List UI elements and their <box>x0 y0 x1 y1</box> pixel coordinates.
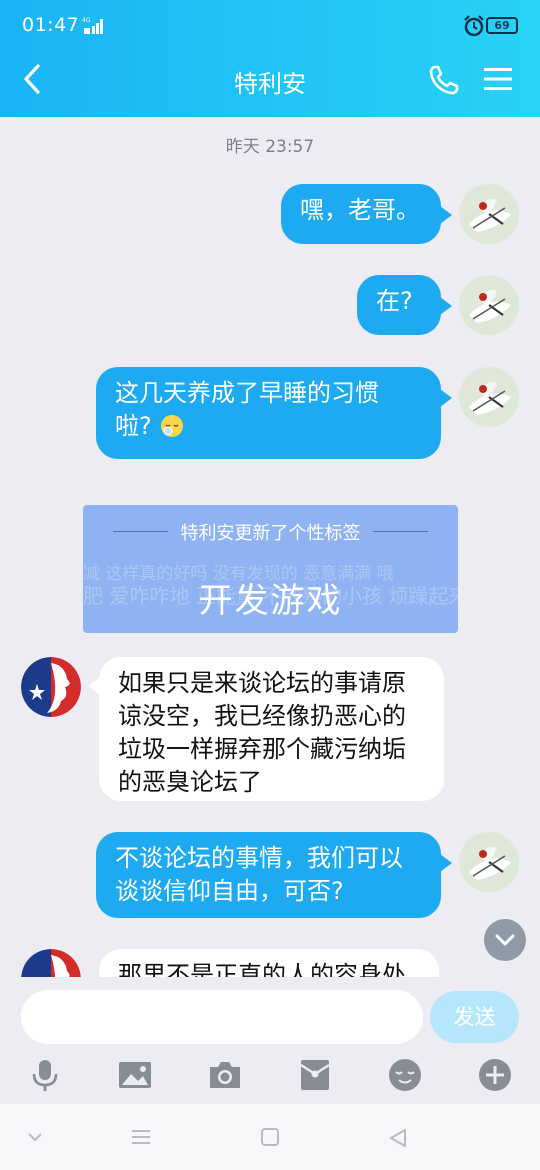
my-avatar[interactable] <box>459 367 519 427</box>
red-packet-icon[interactable] <box>297 1057 333 1093</box>
alarm-icon <box>464 15 484 37</box>
input-bar: 发送 <box>0 977 540 1104</box>
system-navigation-bar <box>0 1104 540 1170</box>
sleepy-face-emoji-icon <box>161 415 184 437</box>
contact-avatar[interactable] <box>21 949 81 977</box>
bubble-tail <box>440 206 452 224</box>
message-text-line: 谅没空，我已经像扔恶心的 <box>118 702 406 730</box>
home-icon[interactable] <box>259 1127 281 1147</box>
my-avatar[interactable] <box>459 832 519 892</box>
message-text: 那里不是正直的人的容身处 <box>118 961 406 977</box>
nav-bar: 特利安 <box>0 52 540 108</box>
message-bubble-outgoing[interactable]: 这几天养成了早睡的习惯 啦? <box>96 367 441 459</box>
message-input[interactable] <box>21 990 423 1044</box>
signal-icon: 4G <box>82 17 103 34</box>
bubble-tail <box>440 854 452 872</box>
bubble-tail <box>88 677 100 695</box>
camera-icon[interactable] <box>207 1057 243 1093</box>
message-text-line: 谈谈信仰自由，可否? <box>115 877 344 905</box>
my-avatar[interactable] <box>459 184 519 244</box>
emoji-icon[interactable] <box>387 1057 423 1093</box>
contact-avatar[interactable] <box>21 657 81 717</box>
message-text-line: 的恶臭论坛了 <box>118 768 262 796</box>
battery-level: 69 <box>494 19 510 32</box>
message-bubble-outgoing[interactable]: 嘿，老哥。 <box>281 184 441 244</box>
phone-icon[interactable] <box>428 64 460 96</box>
signature-tag: 开发游戏 <box>198 581 343 621</box>
message-bubble-outgoing[interactable]: 在? <box>357 275 441 335</box>
message-text: 在? <box>376 287 413 315</box>
network-label: 4G <box>82 17 91 24</box>
hide-keyboard-icon[interactable] <box>25 1127 45 1147</box>
message-bubble-incoming[interactable]: 如果只是来谈论坛的事请原 谅没空，我已经像扔恶心的 垃圾一样摒弃那个藏污纳垢 的… <box>99 657 444 801</box>
message-bubble-incoming[interactable]: 那里不是正直的人的容身处 <box>99 949 439 977</box>
my-avatar[interactable] <box>459 275 519 335</box>
message-text: 嘿，老哥。 <box>300 196 420 224</box>
battery-indicator: 69 <box>486 17 518 34</box>
chat-area[interactable]: 昨天 23:57 嘿，老哥。 在? 这几天养成了早睡的习惯 啦? 减 这样真的好… <box>0 117 540 977</box>
chat-header: 01:47 4G 69 特利安 <box>0 0 540 117</box>
message-text-line: 这几天养成了早睡的习惯 <box>115 379 379 407</box>
message-bubble-outgoing[interactable]: 不谈论坛的事情，我们可以 谈谈信仰自由，可否? <box>96 832 441 918</box>
message-text-line: 如果只是来谈论坛的事请原 <box>118 669 406 697</box>
plus-icon[interactable] <box>477 1057 513 1093</box>
bubble-tail <box>440 297 452 315</box>
back-nav-icon[interactable] <box>387 1127 409 1149</box>
chevron-down-icon <box>495 934 515 946</box>
microphone-icon[interactable] <box>27 1057 63 1093</box>
menu-icon[interactable] <box>483 66 513 92</box>
image-icon[interactable] <box>117 1057 153 1093</box>
message-text-line: 不谈论坛的事情，我们可以 <box>115 844 403 872</box>
message-text-line: 垃圾一样摒弃那个藏污纳垢 <box>118 735 406 763</box>
recent-apps-icon[interactable] <box>130 1127 152 1147</box>
signature-card-header: 特利安更新了个性标签 <box>180 523 361 544</box>
message-timestamp: 昨天 23:57 <box>225 137 315 157</box>
message-text: 啦? <box>115 412 152 440</box>
signature-update-card[interactable]: 减 这样真的好吗 没有发现的 恶意满满 哦 肥 爱咋咋地 正能量 不成熟的小孩 … <box>83 505 458 633</box>
send-button[interactable]: 发送 <box>430 991 519 1043</box>
scroll-to-bottom-button[interactable] <box>484 919 526 961</box>
status-time: 01:47 <box>22 14 80 36</box>
status-bar: 01:47 4G 69 <box>0 0 540 52</box>
message-text-line-2: 啦? <box>115 410 422 443</box>
bubble-tail <box>440 389 452 407</box>
